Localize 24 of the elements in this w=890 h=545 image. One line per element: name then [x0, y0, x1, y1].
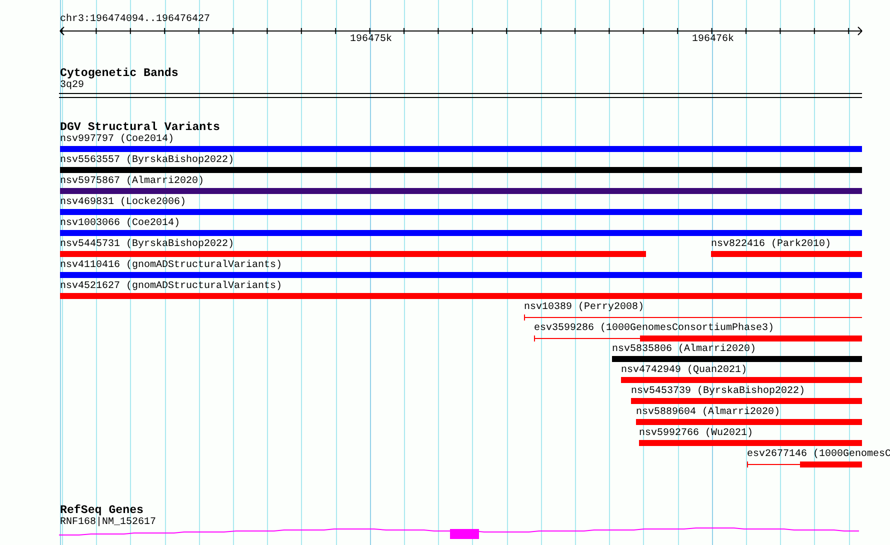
variant-label: nsv5453739 (ByrskaBishop2022) [631, 386, 806, 398]
variant-label: nsv4521627 (gnomADStructuralVariants) [60, 281, 282, 293]
variant-label: nsv822416 (Park2010) [711, 239, 832, 251]
variant-label: nsv5835806 (Almarri2020) [612, 344, 756, 356]
track-title: Cytogenetic Bands [60, 67, 178, 80]
variant-label: nsv5889604 (Almarri2020) [636, 407, 780, 419]
variant-label: nsv5445731 (ByrskaBishop2022) [60, 239, 234, 251]
band-label: 3q29 [60, 80, 84, 92]
variant-label: esv3599286 (1000GenomesConsortiumPhase3) [534, 323, 774, 335]
track-title: RefSeq Genes [60, 504, 144, 517]
variant-label: nsv469831 (Locke2006) [60, 197, 186, 209]
variant-label: nsv4742949 (Quan2021) [621, 365, 748, 377]
tick-label: 196475k [350, 34, 392, 46]
variant-label: nsv4110416 (gnomADStructuralVariants) [60, 260, 282, 272]
gene-label: RNF168|NM_152617 [60, 517, 156, 529]
variant-label: nsv10389 (Perry2008) [524, 302, 644, 314]
track-title: DGV Structural Variants [60, 121, 220, 134]
variant-label: nsv1003066 (Coe2014) [60, 218, 180, 230]
variant-label: nsv5992766 (Wu2021) [639, 428, 754, 440]
variant-label: nsv5975867 (Almarri2020) [60, 176, 204, 188]
variant-label: nsv997797 (Coe2014) [60, 134, 174, 146]
tick-label: 196476k [692, 34, 734, 46]
location-label: chr3:196474094..196476427 [60, 14, 210, 26]
variant-label: nsv5563557 (ByrskaBishop2022) [60, 155, 234, 167]
